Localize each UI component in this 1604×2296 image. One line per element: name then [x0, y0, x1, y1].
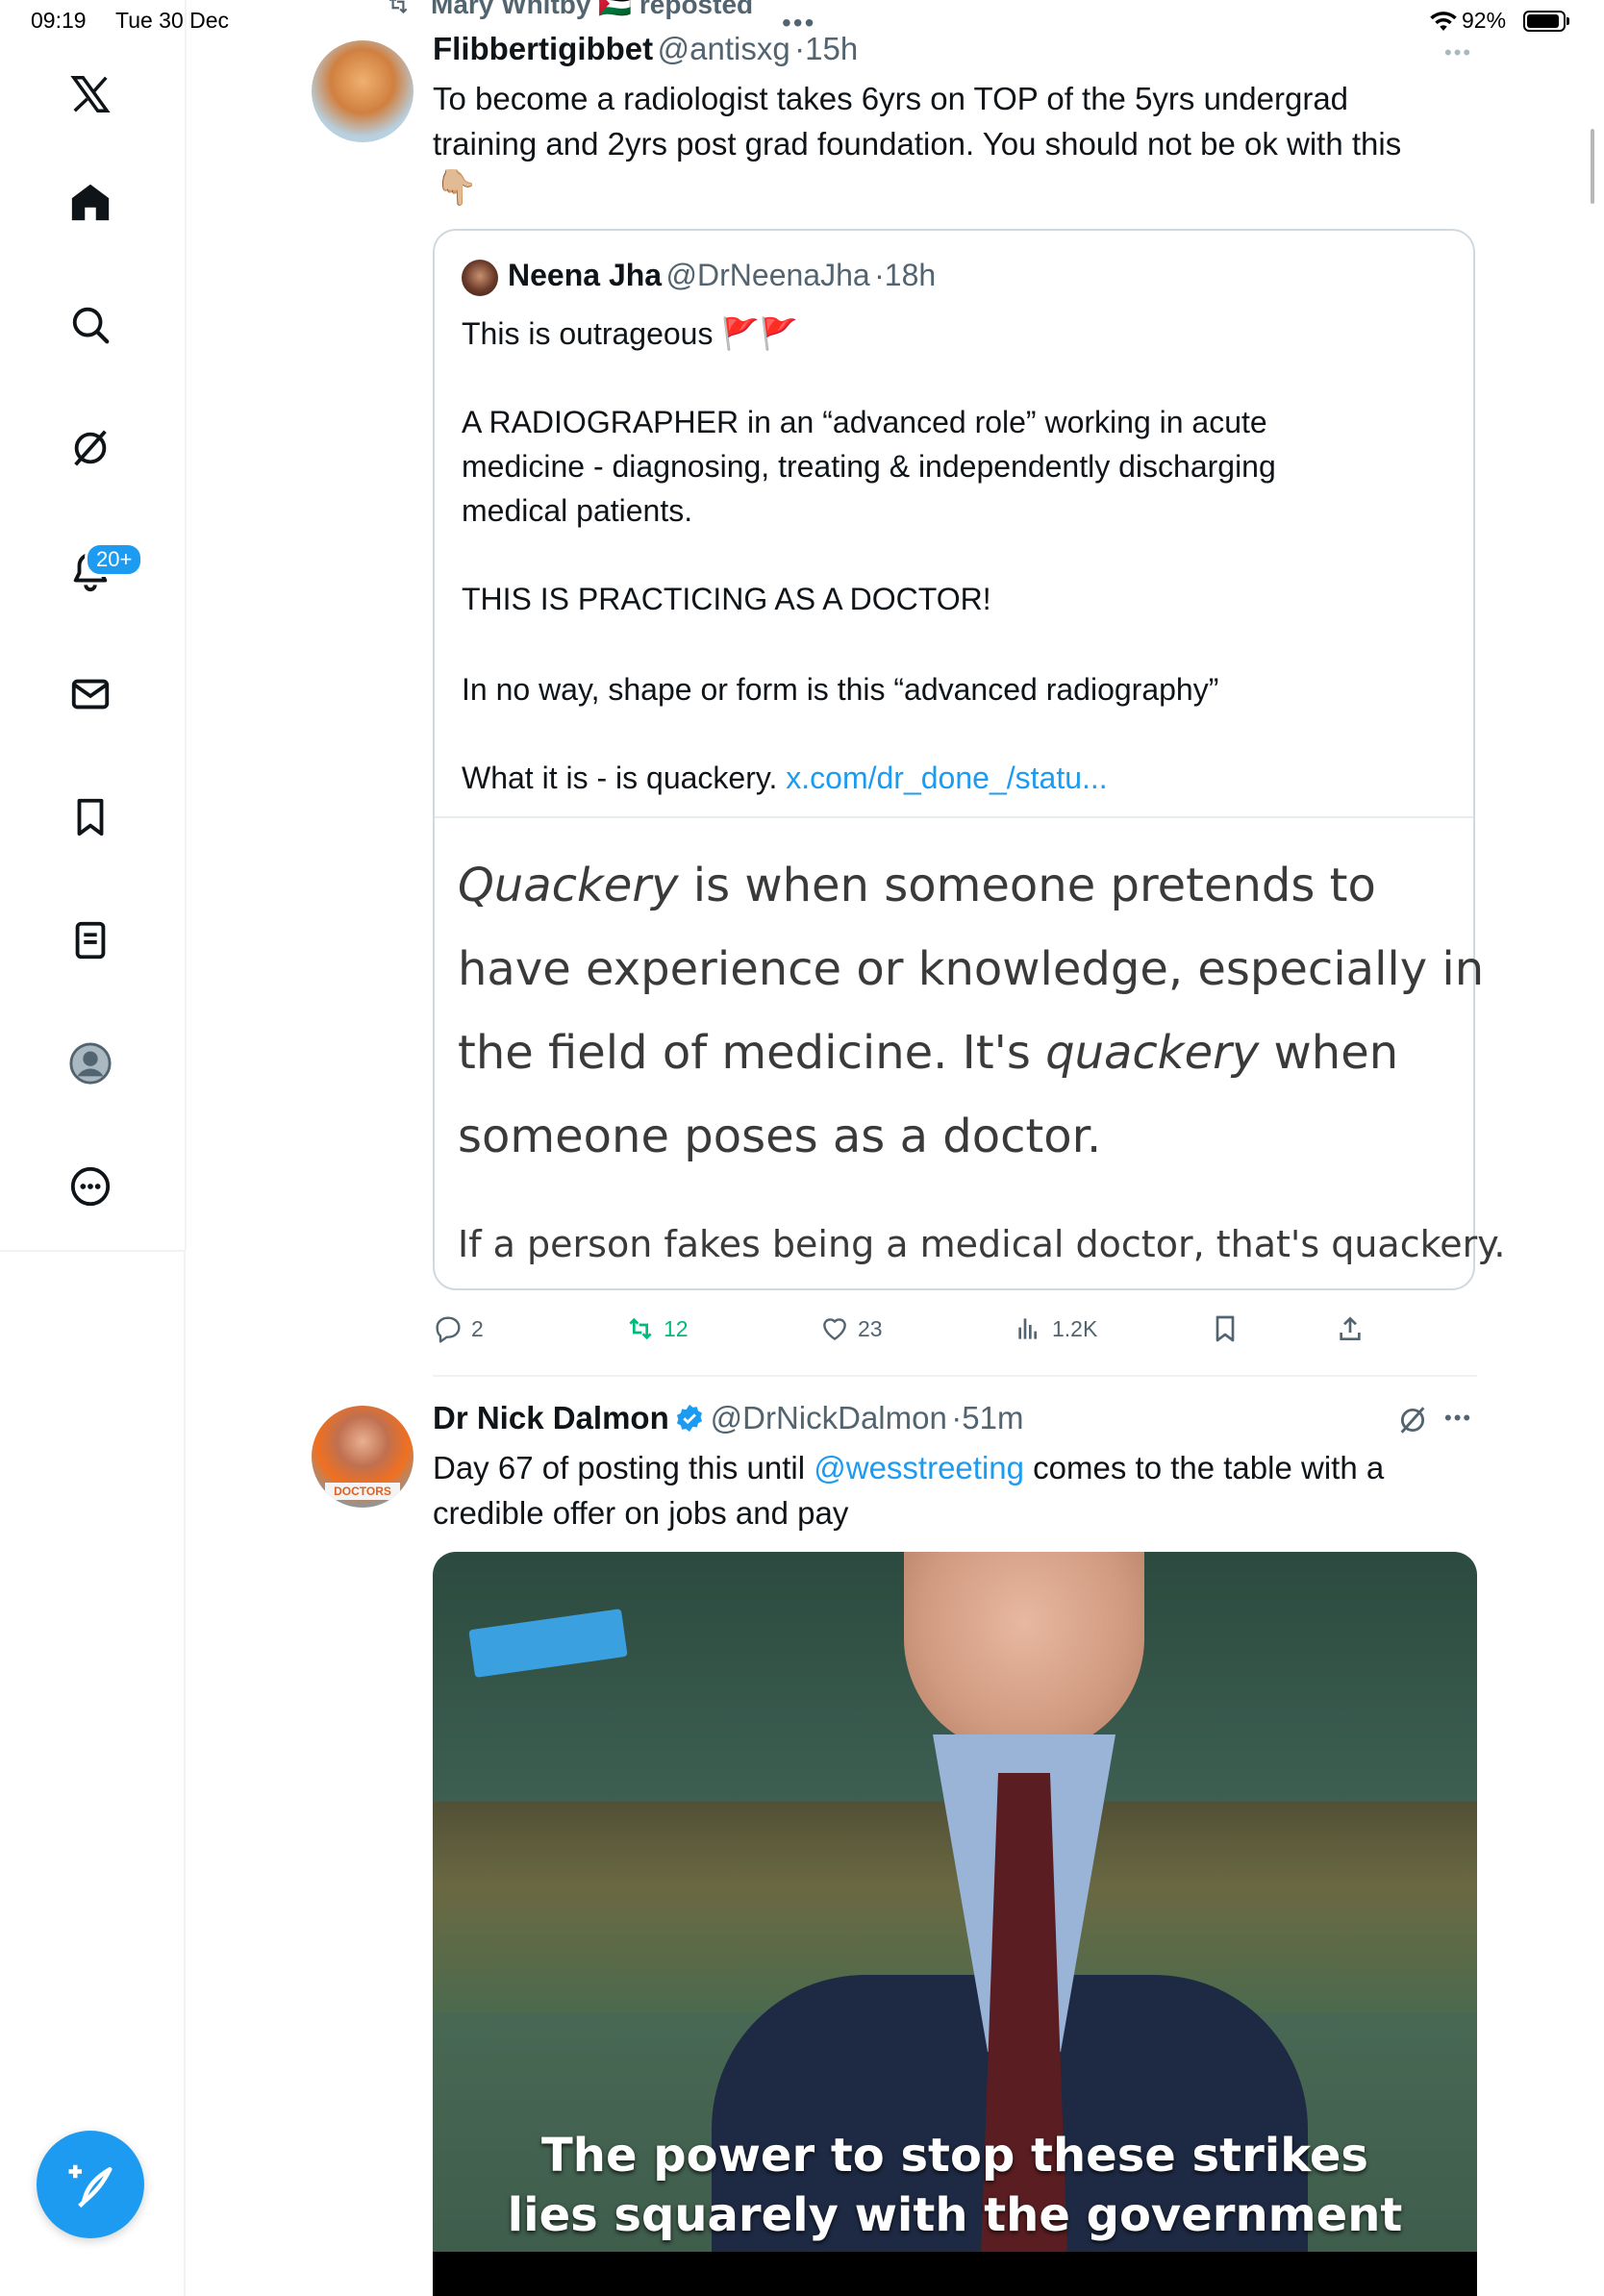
profile-icon[interactable] — [62, 1035, 119, 1092]
like-count: 23 — [858, 1315, 883, 1341]
repost-banner[interactable]: Mary Whitby 🇵🇸 reposted — [431, 0, 753, 20]
pointing-down-emoji: 👇🏼 — [435, 167, 478, 207]
video-player[interactable]: The power to stop these strikes lies squ… — [433, 1552, 1477, 2296]
tweet2-text-line2: credible offer on jobs and pay — [433, 1495, 849, 1531]
tweet1-header: Flibbertigibbet @antisxg ·15h — [433, 31, 858, 67]
quote-avatar[interactable] — [462, 260, 498, 296]
tweet1-text-line2: training and 2yrs post grad foundation. … — [433, 126, 1402, 162]
tweet-separator — [433, 1375, 1477, 1377]
more-icon[interactable] — [62, 1158, 119, 1215]
grok-icon[interactable] — [1396, 1404, 1429, 1436]
video-caption-line2: lies squarely with the government — [507, 2188, 1403, 2242]
wifi-icon — [1429, 10, 1458, 33]
sidebar-border — [184, 1250, 186, 2296]
home-icon[interactable] — [62, 173, 119, 231]
quote-line1: This is outrageous 🚩🚩 — [462, 316, 799, 351]
sidebar-divider — [0, 1250, 185, 1252]
blue-folder — [468, 1609, 628, 1678]
quote-image-line2: have experience or knowledge, especially… — [458, 942, 1485, 996]
quackery-italic-2: quackery — [1045, 1026, 1260, 1080]
verified-badge-icon — [677, 1404, 703, 1433]
dot-separator: · — [794, 31, 806, 66]
quote-author-name[interactable]: Neena Jha — [508, 258, 662, 292]
quote-para2-line1: A RADIOGRAPHER in an “advanced role” wor… — [462, 405, 1267, 439]
heart-icon — [823, 1318, 846, 1340]
tweet2-text-line1: Day 67 of posting this until @wesstreeti… — [433, 1446, 1384, 1490]
quote-handle[interactable]: @DrNeenaJha — [666, 258, 870, 292]
tweet1-avatar[interactable] — [312, 40, 414, 142]
tweet2-header: Dr Nick Dalmon @DrNickDalmon ·51m — [433, 1400, 1024, 1436]
home-indicator[interactable] — [540, 2270, 1064, 2280]
quote-image-line3-b: when — [1259, 1026, 1399, 1080]
lists-icon[interactable] — [62, 911, 119, 969]
quackery-italic: Quackery — [458, 859, 679, 912]
tweet1-author-name[interactable]: Flibbertigibbet — [433, 31, 653, 66]
tweet2-avatar[interactable]: DOCTORS — [312, 1406, 414, 1508]
avatar-sign: DOCTORS — [325, 1483, 400, 1500]
grok-icon[interactable] — [62, 419, 119, 477]
quote-image-line4: someone poses as a doctor. — [458, 1110, 1102, 1163]
tweet2-time[interactable]: 51m — [962, 1400, 1023, 1435]
compose-button[interactable] — [37, 2131, 144, 2238]
notifications-badge: 20+ — [85, 542, 144, 577]
quote-para2-line2: medicine - diagnosing, treating & indepe… — [462, 449, 1276, 484]
scrollbar[interactable] — [1591, 129, 1594, 204]
tweet2-more-icon[interactable]: ••• — [1444, 1406, 1472, 1431]
tweet1-handle[interactable]: @antisxg — [658, 31, 790, 66]
quote-para2-line3: medical patients. — [462, 493, 693, 528]
quote-para5: What it is - is quackery. x.com/dr_done_… — [462, 756, 1108, 800]
tweet2-author-name[interactable]: Dr Nick Dalmon — [433, 1400, 669, 1435]
reply-count: 2 — [471, 1315, 484, 1341]
reply-icon — [436, 1316, 461, 1343]
quote-image-line5: If a person fakes being a medical doctor… — [458, 1223, 1506, 1265]
quote-para5-text: What it is - is quackery. — [462, 761, 778, 795]
repost-icon — [383, 0, 414, 17]
quote-link[interactable]: x.com/dr_done_/statu... — [786, 761, 1107, 795]
mention-link[interactable]: @wesstreeting — [814, 1450, 1024, 1485]
messages-icon[interactable] — [62, 665, 119, 723]
share-button[interactable] — [1335, 1313, 1366, 1344]
tweet2-text-a: Day 67 of posting this until — [433, 1450, 815, 1485]
repost-count: 12 — [664, 1315, 689, 1341]
dot-separator: · — [874, 258, 885, 292]
quote-image-line3: the field of medicine. It's quackery whe… — [458, 1011, 1458, 1095]
tweet1-more-icon[interactable]: ••• — [1444, 40, 1472, 65]
search-icon[interactable] — [62, 296, 119, 354]
tweet1-time[interactable]: 15h — [805, 31, 858, 66]
tweet2-text-b: comes to the table with a — [1024, 1450, 1385, 1485]
bookmarks-icon[interactable] — [62, 788, 119, 846]
quote-header: Neena Jha @DrNeenaJha ·18h — [508, 258, 936, 293]
quote-image-line1-rest: is when someone pretends to — [678, 859, 1376, 912]
bookmark-icon — [1216, 1315, 1235, 1342]
video-caption-line1: The power to stop these strikes — [541, 2129, 1368, 2183]
share-icon — [1340, 1316, 1361, 1340]
quote-time[interactable]: 18h — [885, 258, 936, 292]
reply-button[interactable]: 2 — [433, 1313, 484, 1344]
battery-icon — [1523, 11, 1573, 34]
quote-image-line3-a: the field of medicine. It's — [458, 1026, 1046, 1080]
tweet2-handle[interactable]: @DrNickDalmon — [711, 1400, 947, 1435]
quote-image-line1: Quackery is when someone pretends to — [458, 844, 1458, 928]
quote-para4: In no way, shape or form is this “advanc… — [462, 672, 1219, 707]
battery-percent: 92% — [1462, 8, 1507, 33]
quote-media-divider — [435, 816, 1473, 818]
tweet1-text-line1: To become a radiologist takes 6yrs on TO… — [433, 81, 1349, 116]
views-count: 1.2K — [1052, 1315, 1098, 1341]
quote-para3: THIS IS PRACTICING AS A DOCTOR! — [462, 582, 991, 616]
x-logo-icon[interactable] — [62, 65, 119, 123]
bookmark-button[interactable] — [1210, 1313, 1241, 1344]
repost-icon — [629, 1317, 652, 1340]
feather-plus-icon — [68, 2164, 113, 2209]
dot-separator: · — [951, 1400, 963, 1435]
repost-button[interactable]: 12 — [625, 1313, 689, 1344]
views-button[interactable]: 1.2K — [1014, 1313, 1097, 1344]
face — [904, 1552, 1144, 1754]
like-button[interactable]: 23 — [819, 1313, 883, 1344]
views-icon — [1018, 1318, 1037, 1339]
